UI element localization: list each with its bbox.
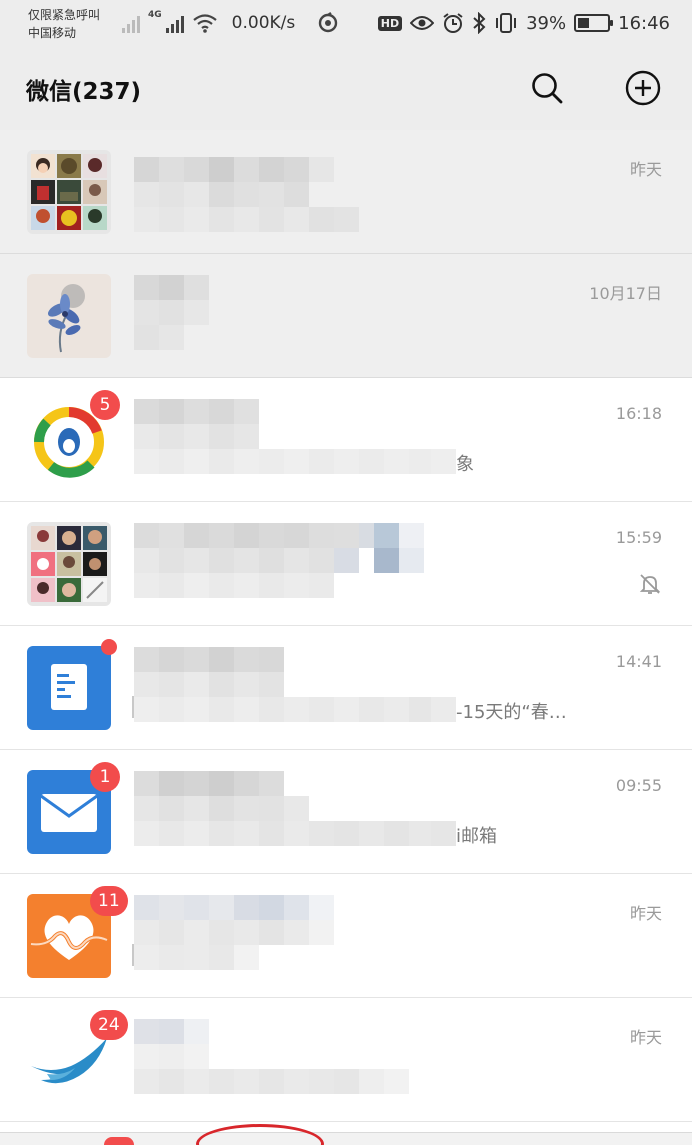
unread-dot [101, 639, 117, 655]
chat-time: 昨天 [629, 1028, 662, 1047]
chat-item[interactable]: 1 09:55 i邮箱 [0, 750, 692, 874]
chat-list: 昨天 10月17日 5 16:18 象 15:59 14:41 -15天的“春…… [0, 130, 692, 1122]
chat-item[interactable]: 15:59 [0, 502, 692, 626]
chat-item[interactable]: 昨天 [0, 130, 692, 254]
vibrate-icon [496, 13, 517, 33]
chat-time: 10月17日 [589, 284, 662, 303]
mute-icon [638, 572, 662, 600]
search-icon [532, 73, 563, 104]
blurred-chat-content [134, 998, 456, 1122]
blurred-chat-content [134, 502, 456, 626]
group-grid-avatar [27, 150, 111, 234]
chat-time: 14:41 [615, 652, 662, 671]
chat-item[interactable]: 14:41 -15天的“春… [0, 626, 692, 750]
unread-badge: 24 [90, 1010, 128, 1040]
chat-item[interactable]: 5 16:18 象 [0, 378, 692, 502]
battery-percent: 39% [526, 12, 567, 34]
system-indicators: HD 39% 16:46 [377, 10, 670, 36]
blurred-chat-content [134, 626, 456, 750]
page-title: 微信(237) [26, 79, 142, 105]
app-header: 微信(237) [0, 48, 692, 130]
chat-time: 昨天 [629, 160, 662, 179]
hd-voice-icon: HD [377, 15, 403, 31]
blurred-chat-content [134, 874, 456, 998]
battery-level [578, 18, 590, 28]
chat-item[interactable]: 10月17日 [0, 254, 692, 378]
eye-icon [410, 16, 435, 30]
wifi-icon [192, 14, 217, 33]
message-preview-tail: 象 [456, 454, 474, 475]
bottom-tab-bar [0, 1132, 692, 1145]
chat-item[interactable]: 24 昨天 [0, 998, 692, 1122]
network-indicators: 4G 0.00K/s [122, 10, 339, 36]
chat-time: 16:18 [615, 404, 662, 423]
preview-lead-glyph [132, 696, 135, 718]
add-button[interactable] [623, 68, 663, 108]
annotation-circle [196, 1124, 324, 1145]
unread-badge: 11 [90, 886, 128, 916]
plus-circle-icon [625, 70, 661, 106]
unread-badge: 5 [90, 390, 120, 420]
chat-item[interactable]: 11 昨天 [0, 874, 692, 998]
tab-indicator[interactable] [104, 1137, 134, 1145]
document-avatar [27, 646, 111, 730]
flower-avatar [27, 274, 111, 358]
signal-icon [122, 13, 140, 33]
bluetooth-icon [473, 12, 486, 34]
search-button[interactable] [527, 68, 567, 108]
status-bar: 仅限紧急呼叫 中国移动 4G 0.00K/s HD 39% 16:46 [0, 0, 692, 48]
carrier-info: 仅限紧急呼叫 中国移动 [28, 6, 100, 42]
message-preview-tail: -15天的“春… [456, 702, 567, 723]
blurred-chat-content [134, 254, 456, 378]
net-type-label: 4G [148, 10, 162, 20]
alarm-icon [443, 13, 463, 33]
chat-time: 09:55 [615, 776, 662, 795]
carrier-line-2: 中国移动 [28, 26, 77, 40]
netease-icon [319, 12, 338, 33]
preview-lead-glyph [132, 944, 135, 966]
carrier-line-1: 仅限紧急呼叫 [28, 8, 101, 22]
group-grid-avatar-2 [27, 522, 111, 606]
chat-time: 昨天 [629, 904, 662, 923]
blurred-chat-content [134, 750, 456, 874]
chat-time: 15:59 [615, 528, 662, 547]
blurred-chat-content [134, 378, 456, 502]
clock: 16:46 [618, 12, 670, 34]
battery-icon [574, 14, 614, 32]
message-preview-tail: i邮箱 [456, 826, 498, 847]
unread-badge: 1 [90, 762, 120, 792]
signal-icon [165, 13, 184, 33]
blurred-chat-content [134, 130, 456, 254]
network-speed: 0.00K/s [231, 13, 296, 33]
